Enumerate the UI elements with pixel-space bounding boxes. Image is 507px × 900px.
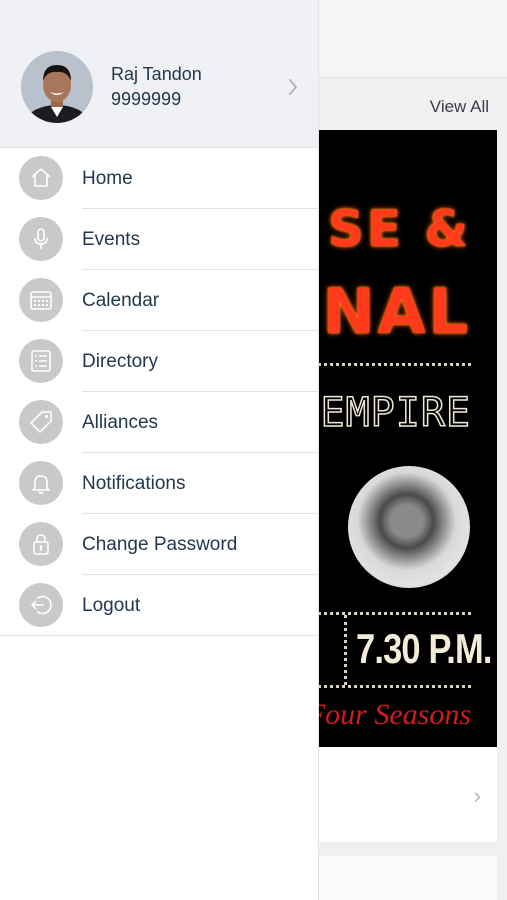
drawer-menu: Home Events Calendar Directory Alliances… [0, 148, 318, 636]
menu-item-change-password[interactable]: Change Password [0, 514, 318, 575]
menu-item-label: Calendar [82, 290, 160, 311]
menu-item-label: Notifications [82, 473, 186, 494]
profile-header[interactable]: Raj Tandon 9999999 [0, 0, 318, 148]
menu-item-events[interactable]: Events [0, 209, 318, 270]
event-card[interactable] [300, 856, 497, 900]
divider [0, 635, 318, 636]
menu-item-logout[interactable]: Logout [0, 575, 318, 636]
poster-title-line1: SE & [327, 200, 471, 258]
calendar-icon [19, 278, 63, 322]
profile-phone: 9999999 [111, 89, 182, 109]
menu-item-label: Change Password [82, 534, 238, 555]
poster-divider [300, 612, 471, 615]
menu-item-label: Logout [82, 595, 141, 616]
avatar [21, 51, 93, 123]
view-all-link[interactable]: View All [430, 97, 489, 117]
menu-item-label: Events [82, 229, 141, 250]
list-icon [19, 339, 63, 383]
tag-icon [19, 400, 63, 444]
menu-item-calendar[interactable]: Calendar [0, 270, 318, 331]
bell-icon [19, 461, 63, 505]
menu-item-label: Directory [82, 351, 159, 372]
microphone-icon [19, 217, 63, 261]
logout-icon [19, 583, 63, 627]
poster-brand: Four Seasons [306, 698, 471, 731]
lock-icon [19, 522, 63, 566]
menu-item-label: Home [82, 168, 133, 189]
profile-name: Raj Tandon [111, 64, 202, 84]
poster-time: 7.30 P.M. [356, 625, 492, 672]
menu-item-notifications[interactable]: Notifications [0, 453, 318, 514]
event-poster[interactable]: SE & NAL EMPIRE 8 7.30 P.M. Four Seasons [300, 130, 497, 747]
menu-item-alliances[interactable]: Alliances [0, 392, 318, 453]
side-drawer: Raj Tandon 9999999 Home Events Calendar [0, 0, 318, 900]
poster-venue: EMPIRE [320, 389, 471, 437]
poster-divider-vertical [344, 615, 347, 685]
chevron-right-icon [289, 79, 297, 95]
poster-divider [300, 685, 471, 688]
poster-title-line2: NAL [322, 275, 471, 348]
menu-item-label: Alliances [82, 412, 159, 433]
menu-item-home[interactable]: Home [0, 148, 318, 209]
event-card[interactable]: › [300, 747, 497, 842]
poster-divider [300, 363, 471, 366]
menu-item-directory[interactable]: Directory [0, 331, 318, 392]
poster-performer-photo [348, 466, 470, 588]
chevron-right-icon: › [473, 783, 481, 808]
home-icon [19, 156, 63, 200]
